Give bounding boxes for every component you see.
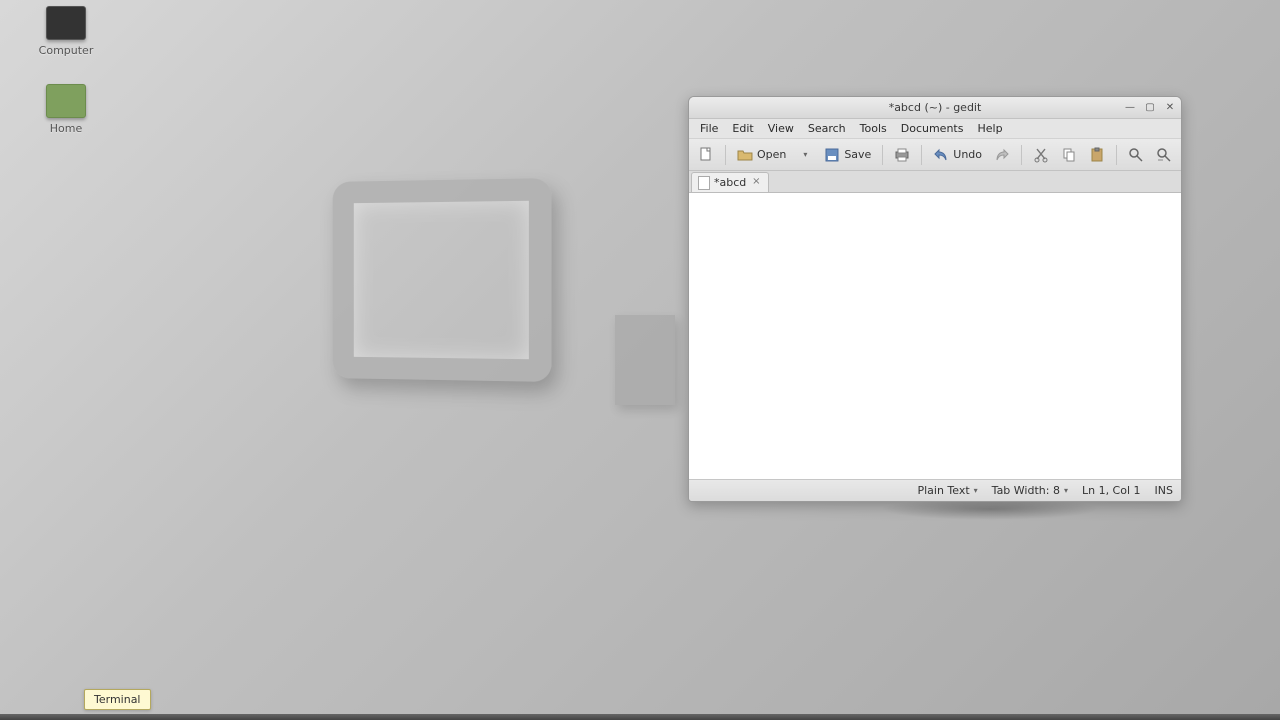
wallpaper-logo-small <box>615 315 675 405</box>
menu-view[interactable]: View <box>761 120 801 137</box>
toolbar-separator <box>1021 145 1022 165</box>
gedit-window: *abcd (~) - gedit — ▢ ✕ File Edit View S… <box>688 96 1182 502</box>
redo-icon <box>994 147 1010 163</box>
find-replace-icon <box>1156 147 1172 163</box>
minimize-button[interactable]: — <box>1123 101 1137 115</box>
document-icon <box>698 176 710 190</box>
print-icon <box>894 147 910 163</box>
syntax-selector[interactable]: Plain Text▾ <box>917 484 977 497</box>
computer-icon <box>46 6 86 40</box>
copy-button[interactable] <box>1056 143 1082 167</box>
home-folder-icon <box>46 84 86 118</box>
menu-search[interactable]: Search <box>801 120 853 137</box>
desktop-icon-home[interactable]: Home <box>26 84 106 135</box>
new-doc-icon <box>698 147 714 163</box>
tab-close-button[interactable]: × <box>750 177 762 189</box>
undo-label: Undo <box>953 148 982 161</box>
menu-help[interactable]: Help <box>970 120 1009 137</box>
paste-button[interactable] <box>1084 143 1110 167</box>
toolbar-separator <box>921 145 922 165</box>
search-icon <box>1128 147 1144 163</box>
taskbar[interactable] <box>0 714 1280 720</box>
wallpaper-logo <box>333 178 552 382</box>
text-editor-area[interactable] <box>689 193 1181 479</box>
menu-edit[interactable]: Edit <box>725 120 760 137</box>
open-button[interactable]: Open <box>732 143 791 167</box>
undo-button[interactable]: Undo <box>928 143 987 167</box>
taskbar-tooltip: Terminal <box>84 689 151 710</box>
find-replace-button[interactable] <box>1151 143 1177 167</box>
toolbar: Open ▾ Save Undo <box>689 139 1181 171</box>
toolbar-separator <box>1116 145 1117 165</box>
window-title: *abcd (~) - gedit <box>889 101 982 114</box>
menu-documents[interactable]: Documents <box>894 120 971 137</box>
document-tab[interactable]: *abcd × <box>691 172 769 192</box>
toolbar-separator <box>882 145 883 165</box>
open-label: Open <box>757 148 786 161</box>
new-doc-button[interactable] <box>693 143 719 167</box>
save-label: Save <box>844 148 871 161</box>
toolbar-separator <box>725 145 726 165</box>
document-tab-label: *abcd <box>714 176 746 189</box>
maximize-button[interactable]: ▢ <box>1143 101 1157 115</box>
tabwidth-selector[interactable]: Tab Width: 8▾ <box>992 484 1068 497</box>
copy-icon <box>1061 147 1077 163</box>
cut-button[interactable] <box>1028 143 1054 167</box>
document-tabstrip: *abcd × <box>689 171 1181 193</box>
desktop-icon-label: Home <box>26 122 106 135</box>
menu-tools[interactable]: Tools <box>853 120 894 137</box>
paste-icon <box>1089 147 1105 163</box>
titlebar[interactable]: *abcd (~) - gedit — ▢ ✕ <box>689 97 1181 119</box>
undo-icon <box>933 147 949 163</box>
cursor-position: Ln 1, Col 1 <box>1082 484 1141 497</box>
insert-mode: INS <box>1155 484 1173 497</box>
menubar: File Edit View Search Tools Documents He… <box>689 119 1181 139</box>
find-button[interactable] <box>1123 143 1149 167</box>
save-button[interactable]: Save <box>819 143 876 167</box>
redo-button[interactable] <box>989 143 1015 167</box>
cut-icon <box>1033 147 1049 163</box>
print-button[interactable] <box>889 143 915 167</box>
save-icon <box>824 147 840 163</box>
window-controls: — ▢ ✕ <box>1123 97 1177 119</box>
open-dropdown[interactable]: ▾ <box>793 143 817 167</box>
menu-file[interactable]: File <box>693 120 725 137</box>
folder-open-icon <box>737 147 753 163</box>
statusbar: Plain Text▾ Tab Width: 8▾ Ln 1, Col 1 IN… <box>689 479 1181 501</box>
close-button[interactable]: ✕ <box>1163 101 1177 115</box>
desktop-icon-computer[interactable]: Computer <box>26 6 106 57</box>
desktop-icon-label: Computer <box>26 44 106 57</box>
